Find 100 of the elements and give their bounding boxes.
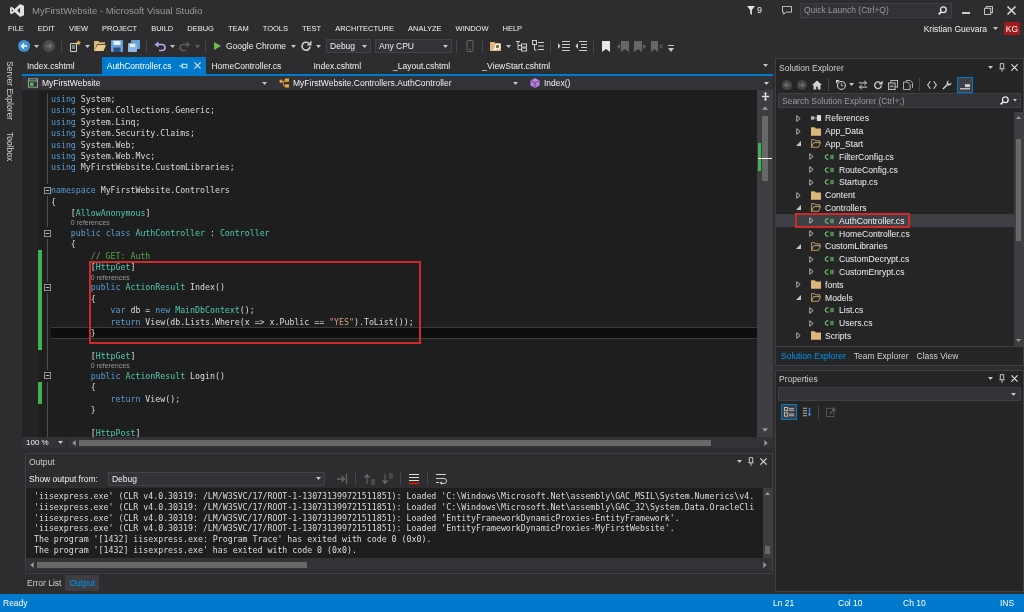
expander-icon[interactable] (796, 205, 801, 211)
expander-icon[interactable] (796, 281, 801, 289)
scrollbar-thumb[interactable] (762, 116, 768, 181)
close-icon[interactable] (1011, 64, 1018, 71)
open-folder-icon[interactable] (93, 40, 106, 52)
expander-icon[interactable] (809, 153, 814, 161)
vertical-scrollbar[interactable] (763, 488, 772, 558)
expander-icon[interactable] (796, 114, 801, 122)
project-dropdown[interactable]: MyFirstWebsite (22, 76, 271, 90)
outdent-lines-icon[interactable] (574, 40, 587, 52)
collapse-icon[interactable] (43, 372, 51, 380)
tree-item[interactable]: Scripts (825, 330, 852, 341)
tree-item[interactable]: Controllers (825, 202, 867, 213)
pin-icon[interactable] (748, 457, 754, 466)
home-icon[interactable] (811, 79, 822, 90)
caret-icon[interactable] (315, 44, 321, 48)
configuration-dropdown[interactable]: Debug (326, 39, 371, 53)
expander-icon[interactable] (809, 217, 814, 225)
caret-icon[interactable] (988, 377, 993, 380)
close-icon[interactable] (1007, 5, 1016, 15)
start-button[interactable]: Google Chrome (214, 39, 286, 53)
tree-item[interactable]: List.cs (839, 305, 864, 316)
tree-item[interactable]: FilterConfig.cs (839, 151, 894, 162)
expander-icon[interactable] (809, 178, 814, 186)
notifications-button[interactable]: 9 (747, 3, 762, 17)
scroll-down-icon[interactable] (762, 428, 768, 432)
expander-icon[interactable] (809, 268, 814, 276)
document-tab[interactable]: _ViewStart.cshtml (477, 57, 578, 74)
scrollbar-thumb[interactable] (37, 561, 307, 568)
folder-magnifier-icon[interactable] (489, 40, 502, 52)
scrollbar-thumb[interactable] (1016, 139, 1021, 241)
caret-icon[interactable] (849, 83, 854, 86)
scroll-right-icon[interactable] (763, 559, 767, 570)
horizontal-scrollbar[interactable] (68, 437, 773, 448)
tree-lines-icon[interactable] (514, 40, 527, 52)
tree-item[interactable]: App_Data (825, 126, 864, 137)
search-field[interactable]: Search Solution Explorer (Ctrl+;) (778, 93, 1021, 108)
panel-tab[interactable]: Solution Explorer (777, 351, 850, 361)
code-editor[interactable] (22, 90, 773, 437)
clock-icon[interactable] (835, 79, 846, 90)
panel-tab[interactable]: Output (65, 575, 99, 591)
sort-down-icon[interactable] (801, 407, 812, 417)
document-tab[interactable]: HomeController.cs (206, 57, 309, 74)
word-wrap-icon[interactable] (435, 472, 447, 485)
scroll-right-icon[interactable] (764, 437, 768, 448)
caret-icon[interactable] (763, 64, 768, 67)
panel-tab[interactable]: Error List (23, 575, 66, 591)
scroll-left-icon[interactable] (72, 439, 76, 446)
caret-icon[interactable] (33, 44, 39, 48)
caret-icon[interactable] (84, 44, 90, 48)
panel-tab[interactable]: Team Explorer (849, 351, 913, 361)
stacked-squares-icon[interactable] (887, 79, 898, 90)
pin-icon[interactable] (999, 63, 1005, 72)
tree-item[interactable]: CustomEnrypt.cs (839, 266, 905, 277)
expander-icon[interactable] (796, 243, 801, 249)
tree-item[interactable]: AuthController.cs (839, 215, 905, 226)
expander-icon[interactable] (809, 230, 814, 238)
back-arrow-icon[interactable] (17, 40, 30, 52)
caret-icon[interactable] (169, 44, 175, 48)
tree-item[interactable]: Content (825, 190, 856, 201)
user-initials-avatar[interactable]: KG (1004, 22, 1020, 35)
indent-lines-icon[interactable] (557, 40, 570, 52)
two-way-arrows-icon[interactable] (857, 79, 868, 90)
floppy-disks-icon[interactable] (127, 40, 140, 52)
quick-launch-field[interactable]: Quick Launch (Ctrl+Q) (800, 2, 952, 18)
expander-icon[interactable] (796, 127, 801, 135)
scroll-up-icon[interactable] (1016, 116, 1021, 119)
collapse-icon[interactable] (43, 283, 51, 291)
output-source-dropdown[interactable]: Debug (108, 471, 325, 486)
tree-item[interactable]: References (825, 113, 869, 124)
grouped-list-icon[interactable] (780, 404, 797, 420)
tree-item[interactable]: App_Start (825, 139, 864, 149)
expander-icon[interactable] (809, 306, 814, 314)
clear-lines-icon[interactable] (408, 472, 420, 485)
vertical-scrollbar[interactable] (757, 90, 773, 437)
side-tab[interactable]: Toolbox (5, 130, 15, 164)
preview-pane-icon[interactable] (956, 76, 973, 93)
bookmark-icon[interactable] (602, 40, 610, 52)
vertical-scrollbar[interactable] (1014, 112, 1023, 346)
page-star-icon[interactable] (68, 40, 81, 52)
close-icon[interactable] (760, 458, 767, 465)
collapse-icon[interactable] (43, 186, 51, 194)
expander-icon[interactable] (796, 191, 801, 199)
scrollbar-thumb[interactable] (765, 546, 770, 554)
tree-item[interactable]: CustomDecrypt.cs (839, 254, 910, 265)
side-tab[interactable]: Server Explorer (5, 59, 15, 123)
angle-brackets-icon[interactable] (926, 79, 937, 90)
caret-icon[interactable] (505, 44, 511, 48)
document-tab[interactable]: Index.cshtml (22, 57, 102, 74)
overflow-caret-icon[interactable] (667, 44, 674, 52)
expander-icon[interactable] (809, 255, 814, 263)
caret-icon[interactable] (993, 27, 998, 30)
zoom-dropdown[interactable]: 100 % (22, 437, 66, 448)
tree-item[interactable]: Users.cs (839, 318, 873, 329)
speech-bubble-icon[interactable] (782, 5, 792, 15)
split-handle-icon[interactable] (760, 92, 770, 101)
restore-icon[interactable] (984, 5, 993, 15)
scroll-down-icon[interactable] (1016, 339, 1021, 342)
tree-item[interactable]: CustomLibraries (825, 241, 888, 252)
pin-icon[interactable] (999, 374, 1005, 383)
